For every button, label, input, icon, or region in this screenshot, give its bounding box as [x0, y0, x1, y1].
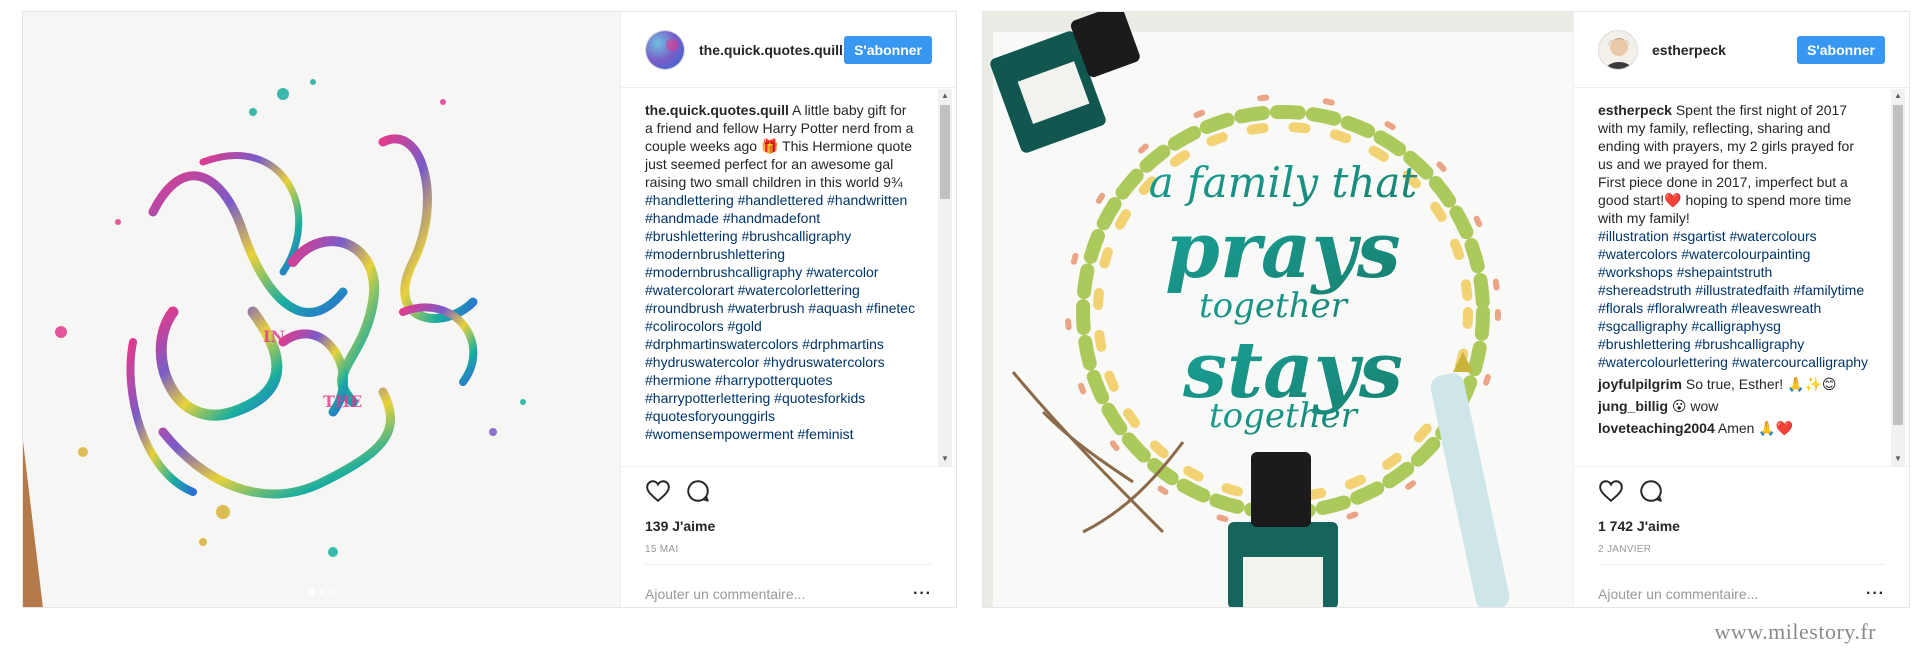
comment-text: So true, Esther! 🙏✨😊 [1685, 376, 1837, 392]
follow-button[interactable]: S'abonner [844, 36, 932, 64]
caption-hashtags[interactable]: #illustration #sgartist #watercolours #w… [1598, 228, 1868, 370]
comment-text: Amen 🙏❤️ [1717, 420, 1794, 436]
likes-count[interactable]: 139 J'aime [645, 518, 715, 534]
post-header: the.quick.quotes.quill S'abonner [621, 12, 956, 88]
avatar[interactable] [1598, 29, 1638, 70]
caption-scrollbar[interactable]: ▲ ▼ [1891, 89, 1905, 466]
image-text-line1: a family that [1149, 158, 1418, 207]
follow-button[interactable]: S'abonner [1797, 36, 1885, 64]
comment-item: jung_billig 😮 wow [1598, 397, 1869, 415]
comment-icon[interactable] [685, 478, 711, 504]
image-text-line3: together [1199, 286, 1349, 326]
carousel-dots[interactable] [309, 589, 335, 595]
post-header: estherpeck S'abonner [1574, 12, 1909, 88]
caption-username[interactable]: estherpeck [1598, 102, 1672, 118]
comment-item: joyfulpilgrim So true, Esther! 🙏✨😊 [1598, 375, 1869, 393]
comment-input[interactable] [1598, 586, 1838, 602]
more-options-icon[interactable]: ··· [1866, 585, 1885, 603]
add-comment-bar: ··· [645, 564, 932, 603]
post-photo[interactable]: a family that prays together stays toget… [983, 12, 1574, 607]
caption-area[interactable]: estherpeck Spent the first night of 2017… [1574, 89, 1909, 467]
heart-icon[interactable] [645, 478, 671, 504]
username[interactable]: the.quick.quotes.quill [699, 42, 843, 58]
post-sidebar: estherpeck S'abonner estherpeck Spent th… [1573, 12, 1909, 607]
scroll-up-arrow[interactable]: ▲ [1891, 89, 1905, 103]
caption-scrollbar[interactable]: ▲ ▼ [938, 89, 952, 466]
caption-text-2: First piece done in 2017, imperfect but … [1598, 174, 1852, 226]
wreath-artwork-image: a family that prays together stays toget… [983, 12, 1574, 607]
caption-username[interactable]: the.quick.quotes.quill [645, 102, 789, 118]
comment-username[interactable]: joyfulpilgrim [1598, 376, 1682, 392]
image-text-the: THE [323, 392, 362, 411]
image-text-line5: together [1209, 396, 1359, 436]
scroll-thumb[interactable] [1893, 105, 1903, 425]
post-actions [1598, 478, 1664, 504]
lettering-artwork-image: IN THE [23, 12, 621, 607]
comment-input[interactable] [645, 586, 885, 602]
post-actions [645, 478, 711, 504]
scroll-thumb[interactable] [940, 105, 950, 199]
comment-username[interactable]: jung_billig [1598, 398, 1668, 414]
caption-area[interactable]: the.quick.quotes.quill A little baby gif… [621, 89, 956, 467]
post-date: 2 JANVIER [1598, 544, 1652, 555]
comment-text: 😮 wow [1671, 398, 1719, 414]
post-sidebar: the.quick.quotes.quill S'abonner the.qui… [620, 12, 956, 607]
instagram-post-2: a family that prays together stays toget… [982, 11, 1910, 608]
scroll-up-arrow[interactable]: ▲ [938, 89, 952, 103]
comment-item: loveteaching2004 Amen 🙏❤️ [1598, 419, 1869, 437]
comment-username[interactable]: loveteaching2004 [1598, 420, 1715, 436]
post-date: 15 MAI [645, 544, 679, 555]
scroll-down-arrow[interactable]: ▼ [938, 452, 952, 466]
image-text-line2: prays [1165, 205, 1400, 296]
image-text-in: IN [263, 327, 285, 346]
avatar[interactable] [645, 29, 685, 70]
instagram-post-1: IN THE the.quick.quotes.quill S'abonner … [22, 11, 957, 608]
post-photo[interactable]: IN THE [23, 12, 621, 607]
add-comment-bar: ··· [1598, 564, 1885, 603]
more-options-icon[interactable]: ··· [913, 585, 932, 603]
likes-count[interactable]: 1 742 J'aime [1598, 518, 1680, 534]
comment-icon[interactable] [1638, 478, 1664, 504]
watermark: www.milestory.fr [1714, 619, 1876, 644]
heart-icon[interactable] [1598, 478, 1624, 504]
caption-hashtags[interactable]: #handlettering #handlettered #handwritte… [645, 192, 915, 442]
username[interactable]: estherpeck [1652, 42, 1726, 58]
scroll-down-arrow[interactable]: ▼ [1891, 452, 1905, 466]
